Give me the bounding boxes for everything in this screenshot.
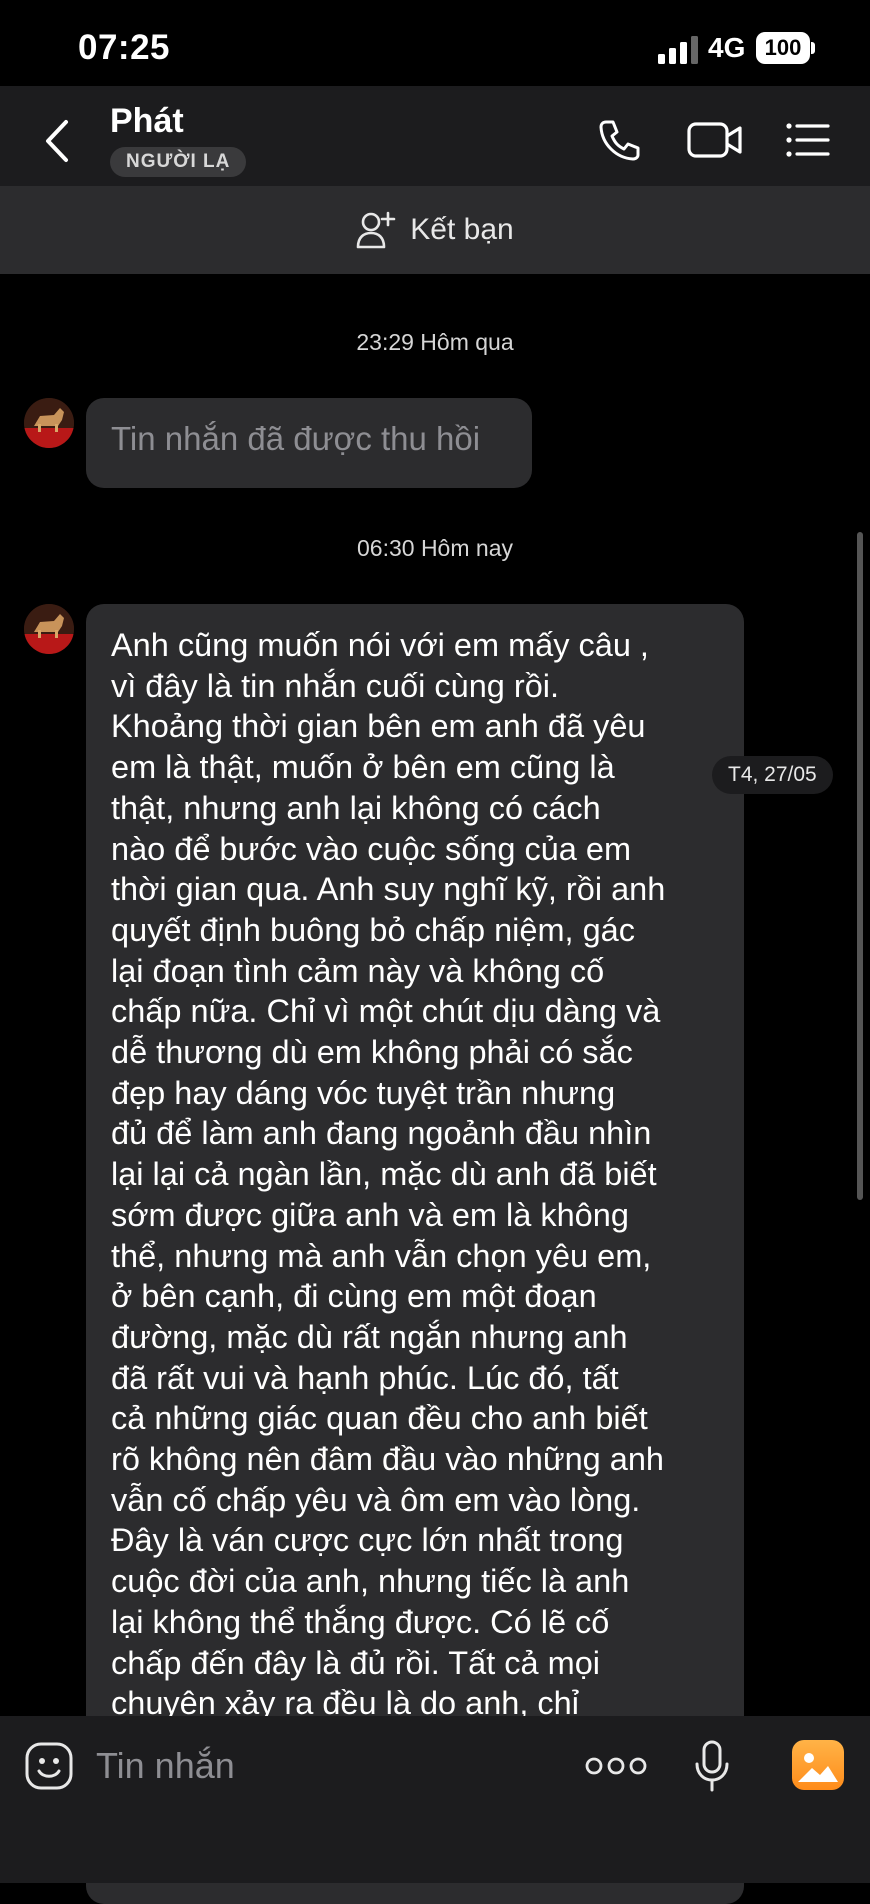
avatar[interactable]	[24, 398, 74, 448]
phone-icon[interactable]	[596, 116, 644, 164]
back-arrow-icon[interactable]	[38, 118, 78, 164]
add-friend-label: Kết bạn	[410, 213, 514, 246]
status-time: 07:25	[78, 28, 171, 67]
battery-icon: 100	[756, 32, 810, 64]
scrollbar[interactable]	[857, 532, 863, 1200]
image-icon[interactable]	[792, 1740, 844, 1790]
image-glyph	[798, 1753, 838, 1782]
network-label: 4G	[708, 32, 746, 63]
contact-name[interactable]: Phát	[110, 102, 184, 141]
signal-icon	[658, 36, 698, 64]
add-friend-icon	[356, 211, 396, 249]
avatar-image	[24, 398, 74, 448]
microphone-icon[interactable]	[694, 1740, 730, 1794]
more-options-icon[interactable]	[584, 1754, 648, 1778]
message-timestamp: 06:30 Hôm nay	[357, 535, 513, 561]
message-timestamp: 23:29 Hôm qua	[356, 329, 514, 355]
battery-tip	[811, 42, 815, 54]
message-input[interactable]: Tin nhắn	[96, 1745, 235, 1787]
menu-list-icon[interactable]	[786, 122, 830, 158]
message-text: Anh cũng muốn nói với em mấy câu , vì đâ…	[111, 627, 666, 1722]
avatar-image	[24, 604, 74, 654]
stranger-badge: NGƯỜI LẠ	[110, 147, 247, 177]
recalled-message-text: Tin nhắn đã được thu hồi	[111, 420, 481, 457]
emoji-icon[interactable]	[24, 1741, 74, 1791]
message-input-bar	[0, 1716, 870, 1883]
add-friend-bar[interactable]: Kết bạn	[0, 186, 870, 274]
video-call-icon[interactable]	[687, 120, 743, 160]
avatar[interactable]	[24, 604, 74, 654]
date-chip: T4, 27/05	[712, 756, 833, 794]
